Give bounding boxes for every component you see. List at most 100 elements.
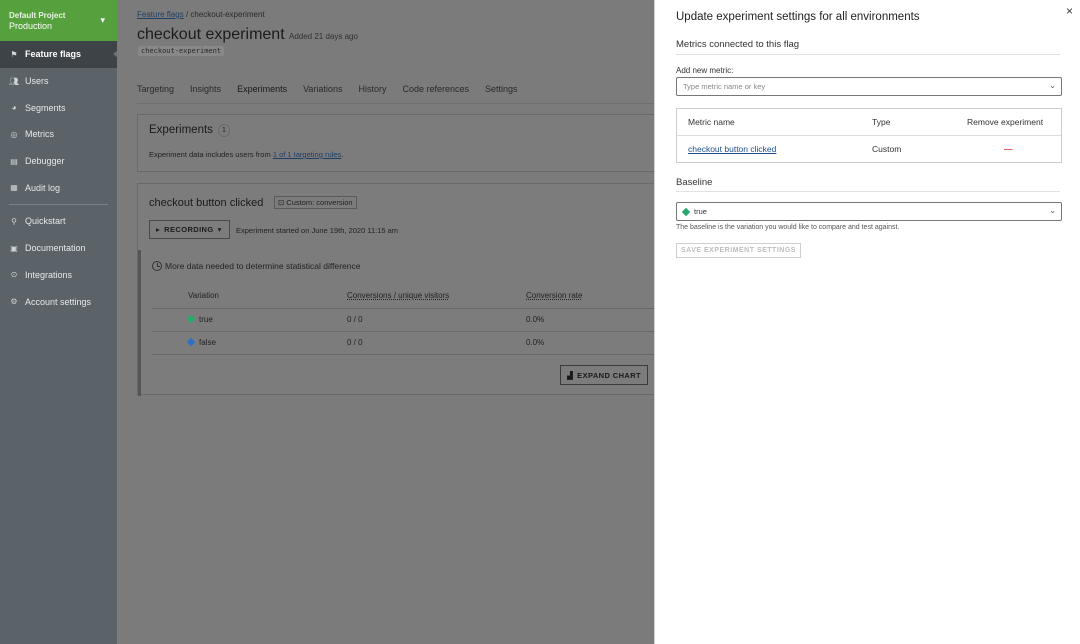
expand-chart-label: EXPAND CHART xyxy=(577,370,642,380)
baseline-help-text: The baseline is the variation you would … xyxy=(676,224,900,231)
metric-type-label: Custom: conversion xyxy=(286,198,353,207)
expand-chart-button[interactable]: ▟ EXPAND CHART xyxy=(560,365,649,385)
divider xyxy=(676,54,1060,55)
page-title: checkout experiment xyxy=(137,26,285,43)
targeting-rules-link[interactable]: 1 of 1 targeting rules xyxy=(273,150,341,159)
breadcrumb-current: checkout-experiment xyxy=(190,10,265,19)
project-switcher[interactable]: Default Project Production ▾ xyxy=(0,0,117,41)
sidebar-item-label: Integrations xyxy=(25,269,73,280)
remove-metric-button[interactable]: — xyxy=(1004,144,1013,154)
tab-insights[interactable]: Insights xyxy=(190,84,221,94)
variation-true-diamond-icon xyxy=(186,314,196,324)
variations-table: Variation Conversions / unique visitors … xyxy=(152,284,654,355)
sidebar-item-integrations[interactable]: ⊙ Integrations xyxy=(0,262,117,289)
sidebar-item-feature-flags[interactable]: ⚑ Feature flags xyxy=(0,41,118,68)
flag-key: checkout-experiment xyxy=(138,46,225,56)
table-row: true 0 / 0 0.0% xyxy=(152,308,654,332)
debugger-icon: ▤ xyxy=(10,156,18,166)
conversions-value: 0 / 0 xyxy=(347,331,526,355)
metric-type-badge: ⊡ Custom: conversion xyxy=(274,196,357,209)
results-panel: More data needed to determine statistica… xyxy=(138,250,654,396)
experiments-count-badge: 1 xyxy=(218,124,230,137)
chart-icon: ▟ xyxy=(567,370,574,380)
sidebar-item-label: Account settings xyxy=(25,296,92,307)
column-remove-experiment: Remove experiment xyxy=(967,117,1044,127)
users-icon: 👥︎ xyxy=(8,76,20,86)
experiment-metric-title: checkout button clicked xyxy=(149,197,264,209)
sidebar-item-segments[interactable]: ◕ Segments xyxy=(0,94,117,121)
column-metric-name: Metric name xyxy=(688,117,735,127)
clock-icon xyxy=(152,261,162,271)
flag-icon: ⚑ xyxy=(10,49,18,59)
audit-log-icon: ▦ xyxy=(10,183,18,193)
tab-code-references[interactable]: Code references xyxy=(402,84,469,94)
sidebar-nav: ⚑ Feature flags 👥︎ Users ◕ Segments ◎ Metric… xyxy=(0,41,118,315)
add-metric-select[interactable]: Type metric name or key ⌄ xyxy=(676,77,1062,96)
tab-settings[interactable]: Settings xyxy=(485,84,518,94)
sidebar-item-metrics[interactable]: ◎ Metrics xyxy=(0,121,117,148)
segments-icon: ◕ xyxy=(11,103,17,113)
sidebar-item-label: Users xyxy=(25,76,49,87)
column-conversion-rate: Conversion rate xyxy=(526,284,654,309)
quickstart-icon: ⚲ xyxy=(11,216,17,226)
sidebar-item-label: Audit log xyxy=(25,182,61,193)
table-row: checkout button clicked Custom — xyxy=(677,136,1061,163)
variation-false-diamond-icon xyxy=(186,337,196,347)
experiments-info: Experiment data includes users from 1 of… xyxy=(149,150,343,159)
sidebar-item-label: Metrics xyxy=(25,129,54,140)
chevron-down-icon: ⌄ xyxy=(1049,81,1056,90)
breadcrumb: Feature flags / checkout-experiment xyxy=(137,10,265,19)
metric-type: Custom xyxy=(872,144,902,154)
sidebar-item-label: Feature flags xyxy=(25,49,82,60)
tab-divider xyxy=(137,103,654,104)
experiment-card: checkout button clicked ⊡ Custom: convers… xyxy=(137,183,654,396)
main-content: Feature flags / checkout-experiment chec… xyxy=(117,0,654,644)
table-header-row: Variation Conversions / unique visitors … xyxy=(152,284,654,309)
add-metric-label: Add new metric: xyxy=(676,66,734,75)
conversion-icon: ⊡ xyxy=(278,198,285,207)
chevron-down-icon: ⌄ xyxy=(1049,206,1056,215)
column-conversions: Conversions / unique visitors xyxy=(347,284,526,309)
added-timestamp: Added 21 days ago xyxy=(289,32,358,41)
metrics-table: Metric name Type Remove experiment check… xyxy=(676,108,1062,163)
divider xyxy=(676,191,1060,192)
breadcrumb-feature-flags-link[interactable]: Feature flags xyxy=(137,10,184,19)
baseline-value: true xyxy=(694,207,707,216)
table-row: false 0 / 0 0.0% xyxy=(152,331,654,355)
variation-name: false xyxy=(199,338,216,347)
sidebar-item-debugger[interactable]: ▤ Debugger xyxy=(0,148,117,175)
play-icon: ▸ xyxy=(156,225,161,234)
sidebar-item-label: Segments xyxy=(25,102,66,113)
integrations-icon: ⊙ xyxy=(10,270,18,280)
experiment-settings-drawer: Update experiment settings for all envir… xyxy=(654,0,1080,644)
chevron-down-icon: ▾ xyxy=(100,15,105,25)
variation-true-diamond-icon xyxy=(681,207,691,216)
conversion-rate-value: 0.0% xyxy=(526,308,654,332)
baseline-select[interactable]: true ⌄ xyxy=(676,202,1062,221)
sidebar-divider xyxy=(9,204,108,206)
sidebar: Default Project Production ▾ ⚑ Feature fl… xyxy=(0,0,118,644)
needs-data-notice: More data needed to determine statistica… xyxy=(152,261,360,271)
close-icon[interactable]: × xyxy=(1066,4,1073,18)
column-type: Type xyxy=(872,117,891,127)
save-experiment-settings-button[interactable]: SAVE EXPERIMENT SETTINGS xyxy=(676,243,801,258)
tab-targeting[interactable]: Targeting xyxy=(137,84,174,94)
info-prefix: Experiment data includes users from xyxy=(149,150,271,159)
recording-button[interactable]: ▸ RECORDING ▾ xyxy=(149,220,230,239)
sidebar-item-audit-log[interactable]: ▦ Audit log xyxy=(0,174,117,201)
documentation-icon: ▣ xyxy=(10,243,18,253)
sidebar-item-users[interactable]: 👥︎ Users xyxy=(0,68,117,95)
sidebar-item-label: Debugger xyxy=(25,156,65,167)
tab-variations[interactable]: Variations xyxy=(303,84,342,94)
tab-experiments[interactable]: Experiments xyxy=(237,84,287,94)
sidebar-item-account-settings[interactable]: ⚙ Account settings xyxy=(0,288,117,315)
sidebar-item-label: Documentation xyxy=(25,243,86,254)
tab-history[interactable]: History xyxy=(358,84,386,94)
conversion-rate-value: 0.0% xyxy=(526,331,654,355)
metric-link[interactable]: checkout button clicked xyxy=(688,144,776,154)
sidebar-item-documentation[interactable]: ▣ Documentation xyxy=(0,235,117,262)
info-suffix: . xyxy=(341,150,344,159)
variation-name: true xyxy=(199,315,213,324)
sidebar-item-quickstart[interactable]: ⚲ Quickstart xyxy=(0,208,117,235)
drawer-title: Update experiment settings for all envir… xyxy=(676,11,920,23)
